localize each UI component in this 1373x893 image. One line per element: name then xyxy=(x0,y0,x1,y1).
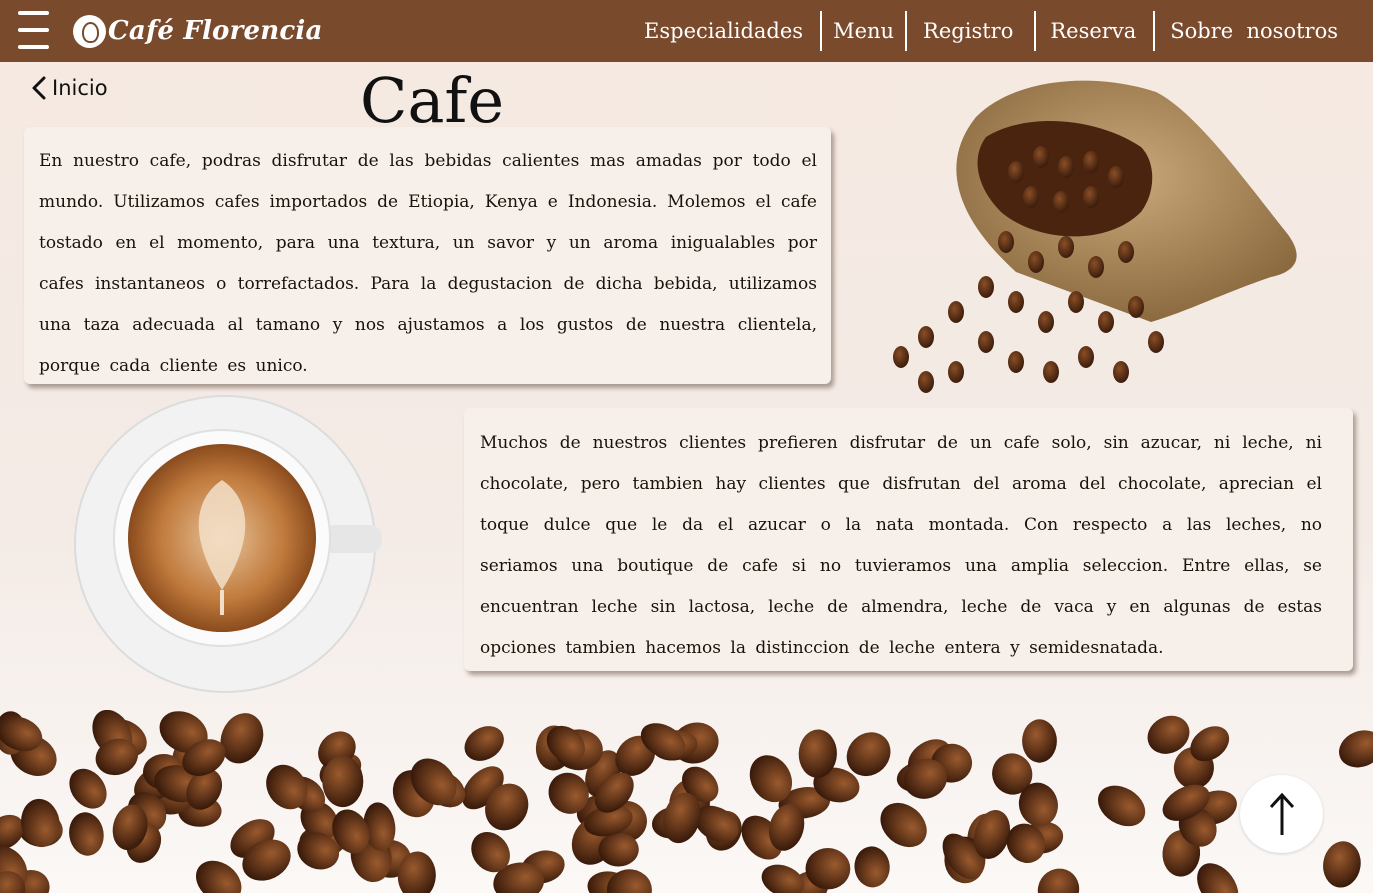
coffee-cup-image xyxy=(74,395,382,693)
coffee-bean xyxy=(69,812,104,856)
back-link[interactable]: Inicio xyxy=(30,75,108,101)
coffee-bean xyxy=(1037,868,1080,893)
hamburger-line xyxy=(18,45,49,49)
coffee-bean xyxy=(195,860,242,893)
hamburger-line xyxy=(18,28,49,32)
coffee-bean xyxy=(1097,785,1146,827)
hamburger-menu-icon[interactable] xyxy=(18,11,50,51)
coffee-bean xyxy=(1339,730,1373,768)
coffee-bean xyxy=(854,846,890,888)
chevron-left-icon xyxy=(32,76,46,100)
nav-item-menu[interactable]: Menu xyxy=(822,11,905,51)
main-nav: Especialidades Menu Registro Reserva Sob… xyxy=(627,0,1373,62)
nav-item-reserva[interactable]: Reserva xyxy=(1036,11,1153,51)
coffee-bean xyxy=(805,847,851,890)
coffee-bean xyxy=(1022,719,1057,763)
hamburger-line xyxy=(18,11,49,15)
coffee-bean xyxy=(1323,841,1361,888)
intro-text-card: En nuestro cafe, podras disfrutar de las… xyxy=(24,127,831,384)
brand-emblem-icon xyxy=(73,14,106,48)
nav-item-registro[interactable]: Registro xyxy=(907,11,1034,51)
nav-item-sobre-nosotros[interactable]: Sobre nosotros xyxy=(1155,11,1373,51)
coffee-sack-image xyxy=(893,80,1297,393)
coffee-bean xyxy=(322,755,364,808)
milk-options-paragraph: Muchos de nuestros clientes prefieren di… xyxy=(480,433,1322,658)
top-navigation-bar: Café Florencia Especialidades Menu Regis… xyxy=(0,0,1373,62)
coffee-bean xyxy=(880,802,927,848)
coffee-beans-decoration xyxy=(0,710,1373,893)
brand-name: Café Florencia xyxy=(108,16,323,46)
back-link-label: Inicio xyxy=(52,76,108,100)
milk-options-text-card: Muchos de nuestros clientes prefieren di… xyxy=(464,408,1353,671)
scroll-to-top-button[interactable] xyxy=(1240,775,1323,853)
nav-item-especialidades[interactable]: Especialidades xyxy=(627,11,820,51)
arrow-up-icon xyxy=(1269,792,1294,835)
coffee-bean xyxy=(464,726,504,761)
intro-paragraph: En nuestro cafe, podras disfrutar de las… xyxy=(39,151,817,376)
brand-logo-link[interactable]: Café Florencia xyxy=(73,12,323,50)
